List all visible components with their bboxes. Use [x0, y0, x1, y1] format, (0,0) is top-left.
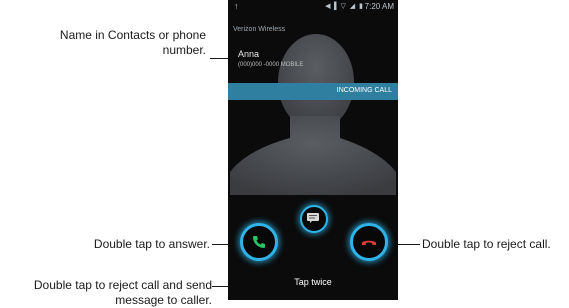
caller-photo-placeholder	[230, 34, 396, 195]
callout-answer: Double tap to answer.	[40, 237, 210, 252]
callout-reject-message-text: Double tap to reject call and send messa…	[33, 278, 212, 307]
volume-icon: ◀▐	[325, 3, 338, 10]
phone-hangup-icon	[362, 240, 376, 245]
incoming-call-banner: INCOMING CALL	[228, 83, 398, 100]
caller-name: Anna	[238, 49, 260, 59]
message-icon	[307, 213, 319, 223]
answer-button[interactable]	[240, 223, 278, 261]
wifi-icon: ▽	[340, 3, 347, 10]
network-icon: ◢	[349, 3, 357, 10]
reject-with-message-button[interactable]	[300, 205, 328, 233]
callout-reject: Double tap to reject call.	[422, 237, 569, 252]
callout-reject-text: Double tap to reject call.	[422, 237, 551, 251]
callout-name: Name in Contacts or phone number.	[20, 28, 206, 58]
signal-strength-icon: ↑	[234, 1, 239, 11]
status-bar: ↑ ◀▐ ▽ ◢ ▮ 7:20 AM	[228, 0, 398, 14]
incoming-call-label: INCOMING CALL	[336, 87, 392, 94]
callout-answer-text: Double tap to answer.	[93, 237, 210, 251]
battery-icon: ▮	[359, 3, 364, 10]
status-icons: ◀▐ ▽ ◢ ▮	[325, 2, 364, 10]
phone-screen: ↑ ◀▐ ▽ ◢ ▮ 7:20 AM Verizon Wireless Anna…	[228, 0, 398, 300]
callout-name-text: Name in Contacts or phone number.	[59, 28, 206, 57]
callout-reject-message: Double tap to reject call and send messa…	[0, 278, 212, 308]
status-time: 7:20 AM	[364, 2, 394, 11]
caller-number: (000)000 -0000 MOBILE	[238, 62, 304, 68]
phone-answer-icon	[253, 236, 265, 248]
reject-button[interactable]	[350, 223, 388, 261]
tap-twice-hint: Tap twice	[294, 277, 332, 287]
